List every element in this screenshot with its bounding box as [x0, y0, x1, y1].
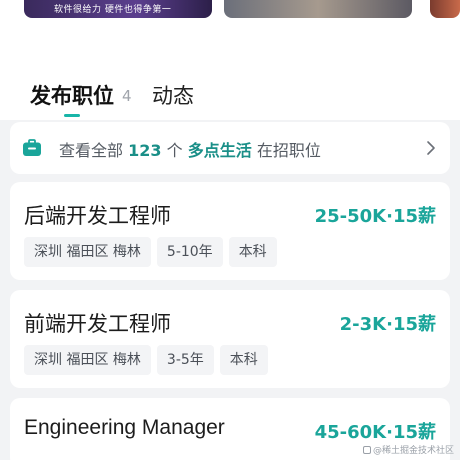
- banner-caption: 软件很给力 硬件也得争第一: [54, 5, 172, 15]
- banner-strip: 软件很给力 硬件也得争第一: [0, 0, 460, 44]
- location-tag: 深圳 福田区 梅林: [24, 237, 151, 267]
- briefcase-icon: [23, 139, 41, 156]
- chevron-right-icon: [427, 141, 435, 155]
- job-title: 前端开发工程师: [24, 312, 171, 336]
- job-card[interactable]: 后端开发工程师 25-50K·15薪 深圳 福田区 梅林 5-10年 本科: [10, 182, 450, 280]
- watermark: @稀土掘金技术社区: [362, 443, 454, 456]
- tab-jobs-count: 4: [122, 87, 132, 105]
- job-tags: 深圳 福田区 梅林 3-5年 本科: [24, 345, 268, 375]
- job-salary: 25-50K·15薪: [314, 206, 436, 227]
- company-name: 多点生活: [187, 141, 252, 160]
- watermark-text: @稀土掘金技术社区: [372, 446, 454, 456]
- watermark-logo-icon: [362, 446, 371, 454]
- summary-unit: 个: [166, 141, 183, 160]
- job-card[interactable]: 前端开发工程师 2-3K·15薪 深圳 福田区 梅林 3-5年 本科: [10, 290, 450, 388]
- tab-active-indicator: [64, 114, 80, 117]
- experience-tag: 3-5年: [156, 345, 214, 375]
- banner-card[interactable]: [430, 0, 460, 18]
- location-tag: 深圳 福田区 梅林: [24, 345, 151, 375]
- banner-card[interactable]: 软件很给力 硬件也得争第一: [24, 0, 212, 18]
- job-title: 后端开发工程师: [24, 204, 171, 228]
- summary-suffix: 在招职位: [256, 141, 321, 160]
- job-title: Engineering Manager: [24, 416, 225, 439]
- job-salary: 2-3K·15薪: [339, 314, 436, 335]
- tab-moments[interactable]: 动态: [152, 80, 194, 110]
- summary-count: 123: [128, 141, 162, 160]
- all-jobs-link[interactable]: 查看全部 123 个 多点生活 在招职位: [10, 122, 450, 174]
- job-salary: 45-60K·15薪: [314, 422, 436, 443]
- summary-prefix: 查看全部: [59, 141, 124, 160]
- tab-jobs[interactable]: 发布职位: [30, 80, 114, 110]
- tabs-bar: 发布职位 4 动态: [0, 44, 460, 120]
- banner-card[interactable]: [224, 0, 412, 18]
- job-tags: 深圳 福田区 梅林 5-10年 本科: [24, 237, 277, 267]
- education-tag: 本科: [219, 345, 268, 375]
- experience-tag: 5-10年: [156, 237, 223, 267]
- all-jobs-summary: 查看全部 123 个 多点生活 在招职位: [59, 137, 321, 161]
- education-tag: 本科: [228, 237, 277, 267]
